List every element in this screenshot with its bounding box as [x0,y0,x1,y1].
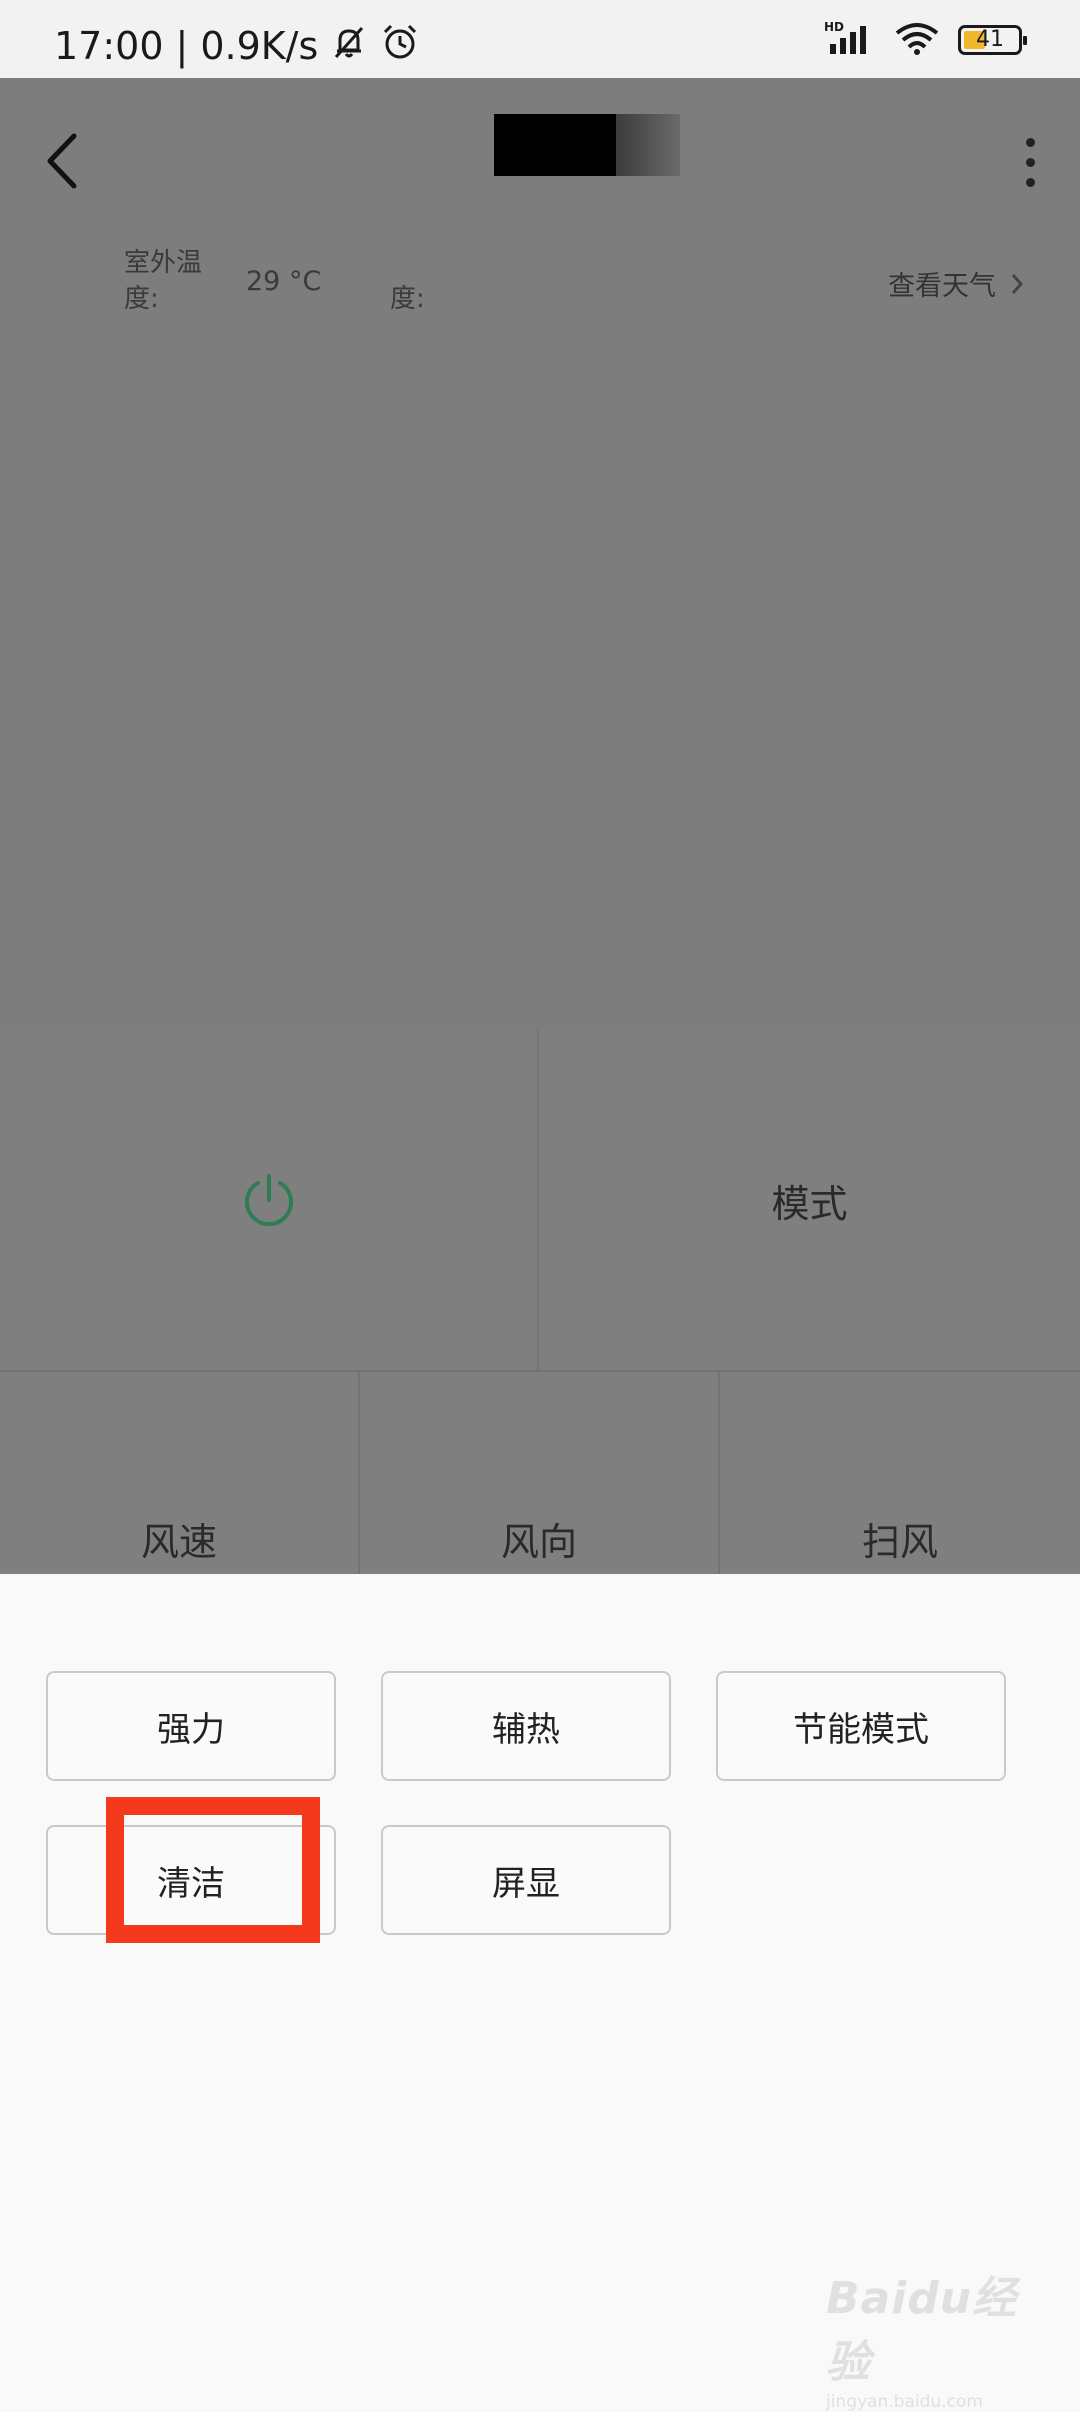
status-separator: | [175,23,189,68]
fan-speed-button[interactable]: 风速 [0,1372,360,1574]
chevron-left-icon [47,133,77,189]
more-dot-icon [1025,138,1035,147]
back-button[interactable] [40,128,86,194]
outdoor-temp-label-line1: 室外温 [124,248,203,278]
more-dot-icon [1025,158,1035,167]
control-grid: 模式 风速 风向 扫风 [0,1030,1080,1574]
muted-bell-icon [330,23,368,68]
highlight-annotation-box [106,1797,320,1943]
fan-direction-button[interactable]: 风向 [360,1372,720,1574]
watermark-url: jingyan.baidu.com [826,2392,983,2412]
signal-icon: HD [824,20,876,60]
device-title-redacted [494,114,680,176]
swing-button[interactable]: 扫风 [720,1372,1080,1574]
mode-button[interactable]: 模式 [539,1030,1080,1372]
option-strong-button[interactable]: 强力 [46,1671,336,1781]
network-speed: 0.9K/s [200,23,319,68]
watermark-brand: Baidu经验 [826,2273,1018,2388]
view-weather-link[interactable]: 查看天气 [888,264,1024,303]
wifi-icon [894,21,940,59]
power-icon [244,1174,293,1227]
option-aux-heat-button[interactable]: 辅热 [381,1671,671,1781]
option-display-button[interactable]: 屏显 [381,1825,671,1935]
mode-label: 模式 [771,1181,848,1226]
fan-direction-label: 风向 [500,1520,577,1564]
outdoor-temp-label-line2: 度: [124,284,159,314]
signal-hd-label: HD [824,20,844,34]
chevron-right-icon [1011,273,1024,294]
status-left: 17:00 | 0.9K/s [54,22,420,69]
more-options-button[interactable] [1020,138,1040,192]
second-temp-label: 度: [390,284,425,314]
device-header-area: 室外温 度: 29 °C 度: 查看天气 [0,78,1080,1030]
battery-indicator: 41 [958,25,1027,55]
swing-label: 扫风 [861,1520,938,1564]
outdoor-temp-label: 室外温 度: [124,245,202,317]
status-right: HD 41 [824,20,1027,60]
outdoor-temp-value: 29 °C [246,266,322,297]
view-weather-label: 查看天气 [888,271,996,302]
battery-level: 41 [976,27,1004,52]
power-button[interactable] [0,1030,539,1372]
more-dot-icon [1025,178,1035,187]
option-energy-saving-button[interactable]: 节能模式 [716,1671,1006,1781]
status-bar: 17:00 | 0.9K/s HD 41 [0,0,1080,78]
baidu-watermark: Baidu经验 jingyan.baidu.com [826,2262,1056,2412]
alarm-clock-icon [380,22,420,69]
fan-speed-label: 风速 [140,1520,217,1564]
status-time: 17:00 [54,23,164,68]
